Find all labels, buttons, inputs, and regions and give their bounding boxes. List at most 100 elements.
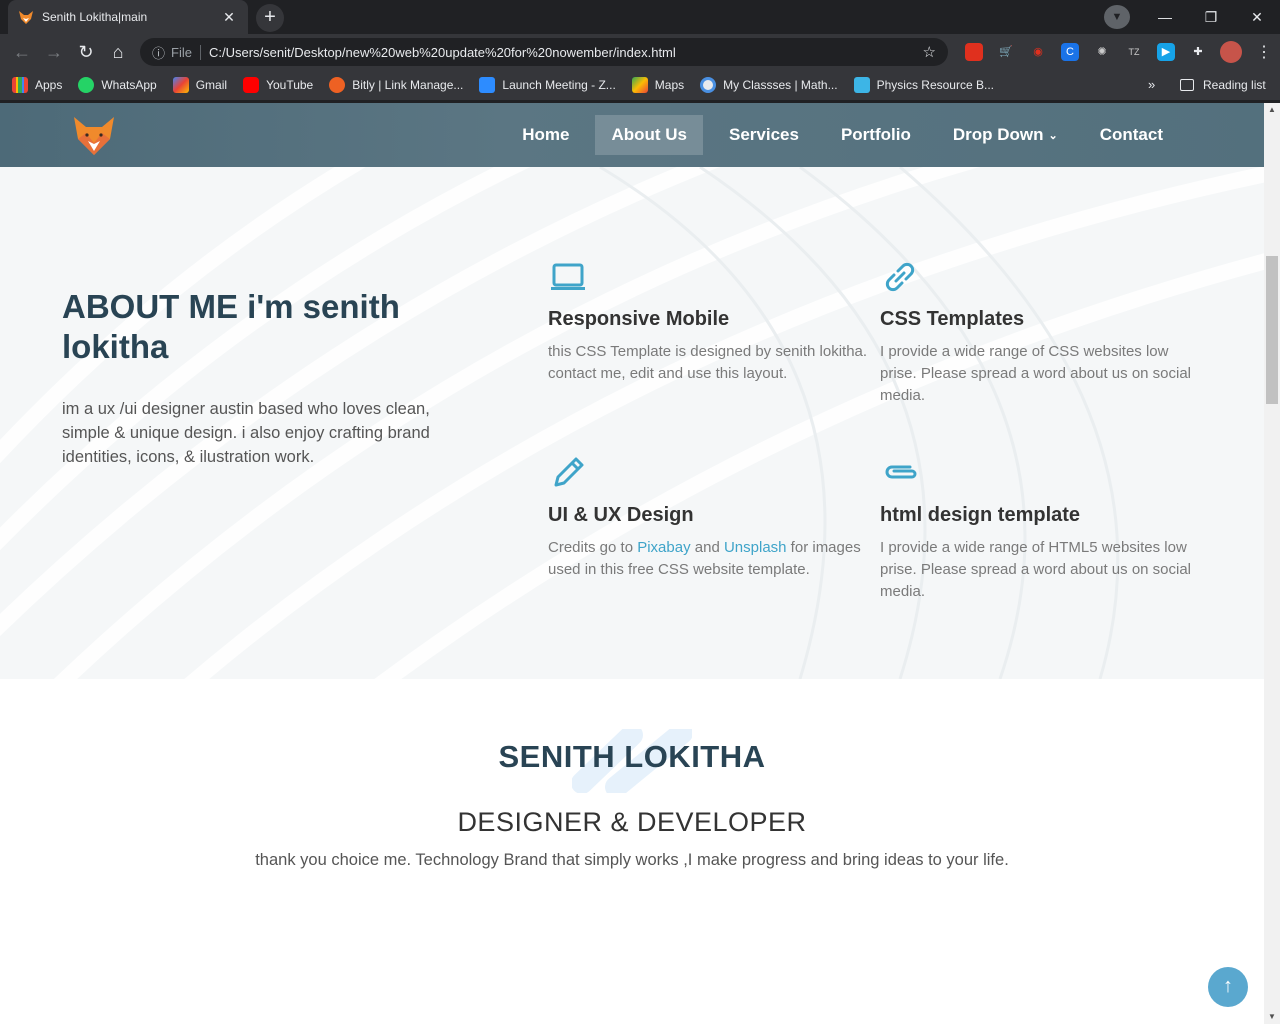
address-url[interactable]: C:/Users/senit/Desktop/new%20web%20updat… <box>209 45 923 60</box>
bookmark-label: YouTube <box>266 78 314 92</box>
cart-extension-icon[interactable]: 🛒 <box>997 43 1015 61</box>
reading-list-button[interactable]: Reading list <box>1180 70 1266 100</box>
bookmark-zoom[interactable]: Launch Meeting - Z... <box>479 77 616 93</box>
bookmark-whatsapp[interactable]: WhatsApp <box>78 77 157 93</box>
credits-and-text: and <box>690 539 724 556</box>
arrow-up-icon: ↑ <box>1223 975 1233 997</box>
feature-title: html design template <box>880 504 1081 526</box>
about-text: im a ux /ui designer austin based who lo… <box>62 400 430 466</box>
bookmark-label: Physics Resource B... <box>876 78 994 92</box>
profile-avatar[interactable] <box>1220 41 1242 63</box>
tab-search-icon[interactable]: ▼ <box>1104 5 1130 29</box>
bookmark-math[interactable]: My Classses | Math... <box>700 77 838 93</box>
scroll-up-icon[interactable]: ▲ <box>1264 103 1280 117</box>
scroll-down-icon[interactable]: ▼ <box>1264 1010 1280 1024</box>
forward-icon[interactable]: → <box>38 42 70 63</box>
bookmark-label: Gmail <box>195 78 228 92</box>
bookmark-bitly[interactable]: Bitly | Link Manage... <box>329 77 463 93</box>
address-scheme: File <box>171 44 201 60</box>
bookmark-gmail[interactable]: Gmail <box>172 77 228 93</box>
bookmark-maps[interactable]: Maps <box>631 77 685 93</box>
bookmark-label: Apps <box>35 78 63 92</box>
whatsapp-icon <box>78 77 95 93</box>
feature-title: UI & UX Design <box>548 504 694 526</box>
feature-title: CSS Templates <box>880 308 1025 330</box>
site-header: Home About Us Services Portfolio Drop Do… <box>0 103 1264 167</box>
bookmark-youtube[interactable]: YouTube <box>243 77 313 93</box>
credits-text: Credits go to <box>548 539 638 556</box>
intro-section: SENITH LOKITHA DESIGNER & DEVELOPER than… <box>0 679 1264 1024</box>
hero-role: DESIGNER & DEVELOPER <box>457 807 807 837</box>
bookmark-label: WhatsApp <box>101 78 157 92</box>
minimize-icon[interactable]: — <box>1142 9 1188 25</box>
close-window-icon[interactable]: ✕ <box>1234 9 1280 26</box>
cast-extension-icon[interactable]: ▶ <box>1157 43 1175 61</box>
feature-text: I provide a wide range of CSS websites l… <box>880 343 1192 404</box>
gmail-icon <box>172 77 189 93</box>
bookmark-label: Launch Meeting - Z... <box>502 78 616 92</box>
bookmark-label: My Classses | Math... <box>723 78 838 92</box>
feature-css-templates: CSS Templates I provide a wide range of … <box>880 257 1200 407</box>
hero-tagline: thank you choice me. Technology Brand th… <box>255 851 1009 869</box>
bookmark-physics[interactable]: Physics Resource B... <box>853 77 994 93</box>
pencil-icon <box>554 457 584 487</box>
physics-icon <box>853 77 870 93</box>
ai-extension-icon[interactable]: ✺ <box>1093 43 1111 61</box>
address-bar[interactable]: ⓘ File C:/Users/senit/Desktop/new%20web%… <box>140 38 948 66</box>
main-nav: Home About Us Services Portfolio Drop Do… <box>501 103 1184 167</box>
youtube-icon <box>243 77 260 93</box>
new-tab-button[interactable]: + <box>256 4 284 32</box>
about-heading: ABOUT ME i'm senith lokitha <box>62 288 400 365</box>
back-to-top-button[interactable]: ↑ <box>1208 967 1248 1007</box>
math-icon <box>700 77 717 93</box>
browser-toolbar: ← → ↻ ⌂ ⓘ File C:/Users/senit/Desktop/ne… <box>0 34 1280 70</box>
apps-grid-icon <box>12 77 28 93</box>
nav-drop-down[interactable]: Drop Down ⌄ <box>937 115 1074 155</box>
pixabay-link[interactable]: Pixabay <box>637 539 690 556</box>
nav-contact[interactable]: Contact <box>1084 115 1179 155</box>
lock-extension-icon[interactable]: ◉ <box>1029 43 1047 61</box>
scrollbar-thumb[interactable] <box>1266 256 1278 404</box>
chevron-down-icon: ⌄ <box>1048 129 1058 142</box>
nav-portfolio[interactable]: Portfolio <box>825 115 927 155</box>
info-icon[interactable]: ⓘ <box>152 43 165 62</box>
reload-icon[interactable]: ↻ <box>70 42 102 63</box>
fox-logo-icon[interactable] <box>72 113 116 157</box>
close-tab-icon[interactable]: ✕ <box>220 9 238 26</box>
feature-text: Credits go to Pixabay and Unsplash for i… <box>548 537 868 581</box>
paperclip-icon <box>885 465 917 479</box>
hero-name: SENITH LOKITHA <box>498 739 766 774</box>
page-scrollbar[interactable]: ▲ ▼ <box>1264 103 1280 1024</box>
unsplash-link[interactable]: Unsplash <box>724 539 787 556</box>
more-bookmarks-icon[interactable]: » <box>1148 70 1155 100</box>
tab-bar: Senith Lokitha|main ✕ + ▼ — ❐ ✕ <box>0 0 1280 34</box>
menu-kebab-icon[interactable]: ⋮ <box>1256 42 1272 62</box>
bitly-icon <box>329 77 346 93</box>
nav-services[interactable]: Services <box>713 115 815 155</box>
link-icon <box>885 262 915 292</box>
about-section: ABOUT ME i'm senith lokitha im a ux /ui … <box>0 167 1264 679</box>
restore-icon[interactable]: ❐ <box>1188 9 1234 26</box>
bookmark-apps[interactable]: Apps <box>12 77 62 93</box>
page-viewport: Home About Us Services Portfolio Drop Do… <box>0 103 1264 1024</box>
back-icon[interactable]: ← <box>6 42 38 63</box>
browser-tab[interactable]: Senith Lokitha|main ✕ <box>8 0 248 34</box>
nav-home[interactable]: Home <box>506 115 585 155</box>
bookmark-label: Maps <box>654 78 685 92</box>
reading-list-label: Reading list <box>1203 78 1266 92</box>
fox-favicon-icon <box>19 11 33 24</box>
bookmark-star-icon[interactable]: ☆ <box>923 43 936 61</box>
bookmarks-bar: Apps WhatsApp Gmail YouTube Bitly | Link… <box>0 70 1280 100</box>
nav-about-us[interactable]: About Us <box>595 115 703 155</box>
tz-extension-icon[interactable]: TZ <box>1125 43 1143 61</box>
nav-drop-down-label: Drop Down <box>952 125 1044 144</box>
c-extension-icon[interactable]: C <box>1061 43 1079 61</box>
extensions-area: 🛒 ◉ C ✺ TZ ▶ ✚ ⋮ <box>958 34 1272 70</box>
puzzle-extensions-icon[interactable]: ✚ <box>1189 43 1207 61</box>
feature-html-design-template: html design template I provide a wide ra… <box>880 453 1200 603</box>
feature-text: I provide a wide range of HTML5 websites… <box>880 539 1192 600</box>
shield-extension-icon[interactable] <box>965 43 983 61</box>
home-icon[interactable]: ⌂ <box>102 42 134 63</box>
laptop-icon <box>551 263 585 290</box>
tab-title: Senith Lokitha|main <box>42 10 148 24</box>
